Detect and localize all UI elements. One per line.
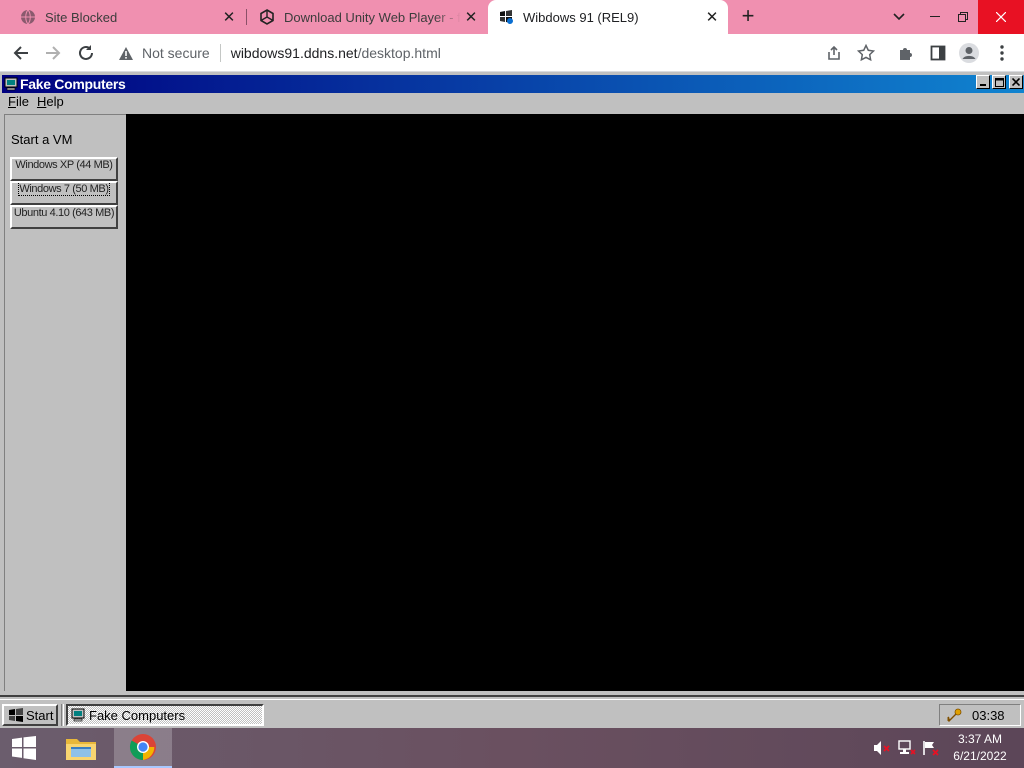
omnibox-divider [219, 44, 221, 62]
taskbar-grip [61, 704, 64, 726]
security-status-label[interactable]: Not secure [142, 45, 210, 61]
start-vm-windows-xp-button[interactable]: Windows XP (44 MB) [10, 157, 118, 181]
system-date: 6/21/2022 [953, 749, 1007, 763]
vm-sidebar: Start a VM Windows XP (44 MB) Windows 7 … [4, 114, 126, 692]
start-vm-windows-7-button[interactable]: Windows 7 (50 MB) [10, 181, 118, 205]
menu-bar: File Help [4, 94, 68, 112]
url-host: wibdows91.ddns.net [230, 45, 358, 61]
network-icon[interactable] [898, 740, 916, 756]
share-icon[interactable] [823, 42, 845, 64]
menu-file-accel: F [8, 94, 16, 109]
bookmark-star-icon[interactable] [855, 42, 877, 64]
tab-site-blocked[interactable]: Site Blocked ✕ [0, 0, 245, 34]
vm-button-label: Windows XP (44 MB) [15, 159, 113, 171]
close-tab-icon[interactable]: ✕ [219, 7, 239, 27]
menu-help-accel: H [36, 94, 47, 109]
win98-maximize-button[interactable] [992, 75, 1006, 89]
chrome-icon [129, 734, 156, 761]
action-center-flag-icon[interactable] [922, 740, 940, 756]
win98-system-tray: 03:38 [939, 704, 1021, 726]
menu-file-label: ile [15, 94, 29, 109]
system-clock[interactable]: 3:37 AM 6/21/2022 [944, 731, 1016, 765]
folder-icon [66, 739, 96, 760]
menu-file[interactable]: File [4, 94, 33, 112]
window-title: Fake Computers [20, 76, 126, 92]
extensions-puzzle-icon[interactable] [895, 42, 917, 64]
browser-tab-strip: Site Blocked ✕ Download Unity Web Player… [0, 0, 1024, 34]
close-window-icon[interactable] [978, 0, 1024, 34]
menu-help-label: elp [46, 94, 64, 109]
window-bottom-border [0, 691, 1024, 697]
start-vm-ubuntu-button[interactable]: Ubuntu 4.10 (643 MB) [10, 205, 118, 229]
file-explorer-button[interactable] [57, 728, 105, 768]
tab-title: Wibdows 91 (REL9) [523, 9, 639, 25]
vm-button-label: Windows 7 (50 MB) [18, 183, 110, 196]
win98-close-button[interactable] [1009, 75, 1023, 89]
sidebar-heading: Start a VM [11, 132, 73, 147]
back-arrow-icon[interactable] [10, 42, 32, 64]
reload-icon[interactable] [75, 42, 97, 64]
url-text[interactable]: wibdows91.ddns.net/desktop.html [231, 45, 441, 61]
side-panel-icon[interactable] [927, 42, 949, 64]
profile-avatar-icon[interactable] [958, 42, 980, 64]
tab-title: Site Blocked [45, 9, 118, 25]
unity-icon [259, 9, 275, 25]
chrome-taskbar-button[interactable] [114, 728, 172, 768]
computer-icon [4, 77, 18, 91]
vm-display-area[interactable] [126, 114, 1024, 692]
taskbar-button-fake-computers[interactable]: Fake Computers [66, 704, 264, 726]
chrome-menu-icon[interactable] [991, 42, 1013, 64]
volume-muted-icon[interactable] [873, 740, 891, 756]
win98-clock[interactable]: 03:38 [972, 708, 1005, 723]
win98-taskbar: Start Fake Computers 03:38 [0, 699, 1024, 728]
tab-wibdows-91[interactable]: Wibdows 91 (REL9) ✕ [488, 0, 728, 34]
windows-start-button[interactable] [0, 728, 48, 768]
computer-icon [71, 708, 85, 722]
windows-taskbar: 3:37 AM 6/21/2022 [0, 728, 1024, 768]
window-titlebar[interactable]: Fake Computers [2, 75, 1024, 93]
wibdows-icon [498, 9, 514, 25]
start-label: Start [26, 707, 54, 723]
win98-minimize-button[interactable] [976, 75, 990, 89]
address-bar[interactable]: Not secure wibdows91.ddns.net/desktop.ht… [104, 37, 884, 69]
globe-icon [20, 9, 36, 25]
start-logo-icon [7, 708, 25, 722]
windows-logo-icon [12, 736, 36, 760]
url-path: /desktop.html [357, 45, 441, 61]
win98-start-button[interactable]: Start [2, 704, 58, 726]
key-icon[interactable] [946, 708, 962, 722]
warning-triangle-icon[interactable] [118, 45, 134, 61]
vm-button-label: Ubuntu 4.10 (643 MB) [13, 207, 115, 219]
close-tab-icon[interactable]: ✕ [702, 7, 722, 27]
tab-unity-download[interactable]: Download Unity Web Player - fre ✕ [247, 0, 487, 34]
tab-title: Download Unity Web Player - fre [284, 9, 461, 25]
new-tab-button[interactable]: + [736, 5, 760, 28]
browser-toolbar: Not secure wibdows91.ddns.net/desktop.ht… [0, 34, 1024, 72]
system-time: 3:37 AM [957, 732, 1003, 746]
close-tab-icon[interactable]: ✕ [461, 7, 481, 27]
fake-computers-window: Fake Computers File Help Start a VM Wind… [0, 73, 1024, 697]
taskbar-button-label: Fake Computers [89, 707, 186, 723]
menu-help[interactable]: Help [33, 94, 68, 112]
forward-arrow-icon[interactable] [42, 42, 64, 64]
